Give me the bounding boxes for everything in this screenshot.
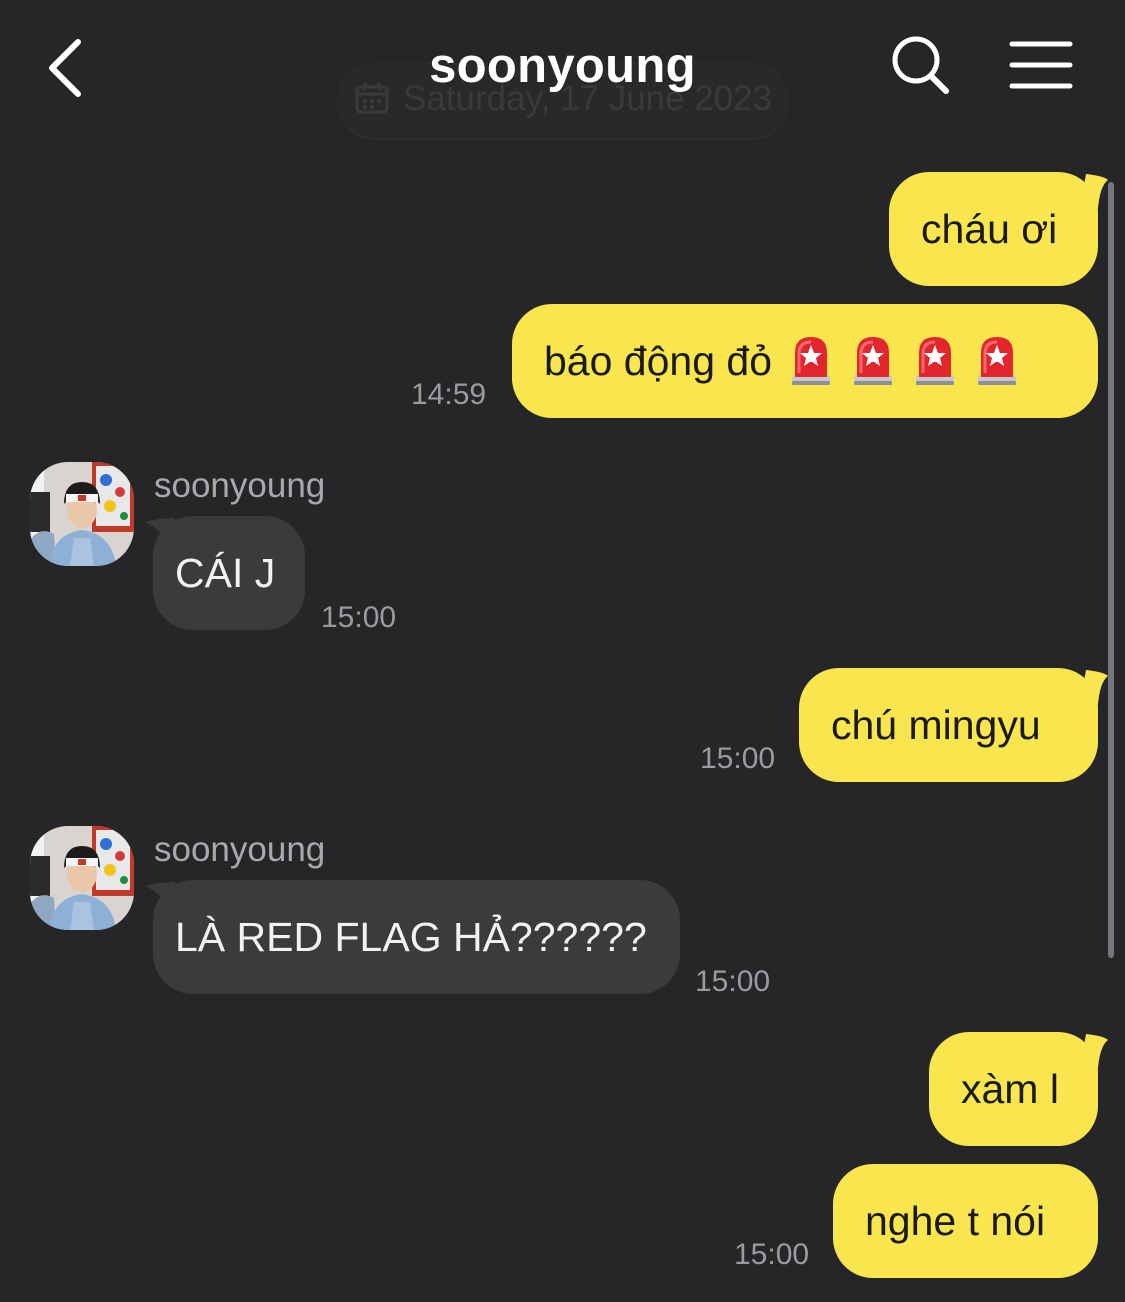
sender-name: soonyoung	[154, 466, 326, 505]
scrollbar[interactable]	[1108, 182, 1114, 958]
message-text: cháu ơi	[921, 206, 1058, 252]
outgoing-message[interactable]: xàm l	[929, 1032, 1098, 1146]
message-time: 15:00	[700, 742, 776, 775]
message-time: 15:00	[321, 601, 397, 634]
message-time: 15:00	[695, 965, 771, 998]
incoming-message[interactable]: CÁI J	[153, 516, 305, 630]
bubble-tail	[1080, 1034, 1108, 1068]
outgoing-message[interactable]: cháu ơi	[889, 172, 1098, 286]
police-car-light-icon	[912, 333, 958, 387]
outgoing-message[interactable]: báo động đỏ	[512, 304, 1098, 418]
message-text: xàm l	[961, 1066, 1059, 1112]
outgoing-message[interactable]: chú mingyu	[799, 668, 1098, 782]
message-time: 15:00	[734, 1238, 810, 1271]
avatar-image	[30, 462, 134, 566]
message-text: LÀ RED FLAG HẢ??????	[175, 914, 647, 960]
incoming-message[interactable]: LÀ RED FLAG HẢ??????	[153, 880, 680, 994]
chat-screen: Saturday, 17 June 2023 soonyoung cháu ơi	[0, 0, 1125, 1302]
avatar[interactable]	[30, 462, 134, 566]
police-car-light-icon	[974, 333, 1020, 387]
message-text: báo động đỏ	[544, 338, 773, 384]
avatar-image	[30, 826, 134, 930]
message-text: nghe t nói	[865, 1198, 1046, 1244]
bubble-tail	[1080, 174, 1108, 208]
police-car-light-icon	[788, 333, 834, 387]
message-text: CÁI J	[175, 550, 276, 596]
outgoing-message[interactable]: nghe t nói	[833, 1164, 1098, 1278]
sender-name: soonyoung	[154, 830, 326, 869]
police-car-light-icon	[850, 333, 896, 387]
bubble-tail	[1080, 670, 1108, 704]
message-text: chú mingyu	[831, 702, 1041, 748]
message-time: 14:59	[411, 378, 487, 411]
avatar[interactable]	[30, 826, 134, 930]
chat-title: soonyoung	[429, 39, 696, 93]
